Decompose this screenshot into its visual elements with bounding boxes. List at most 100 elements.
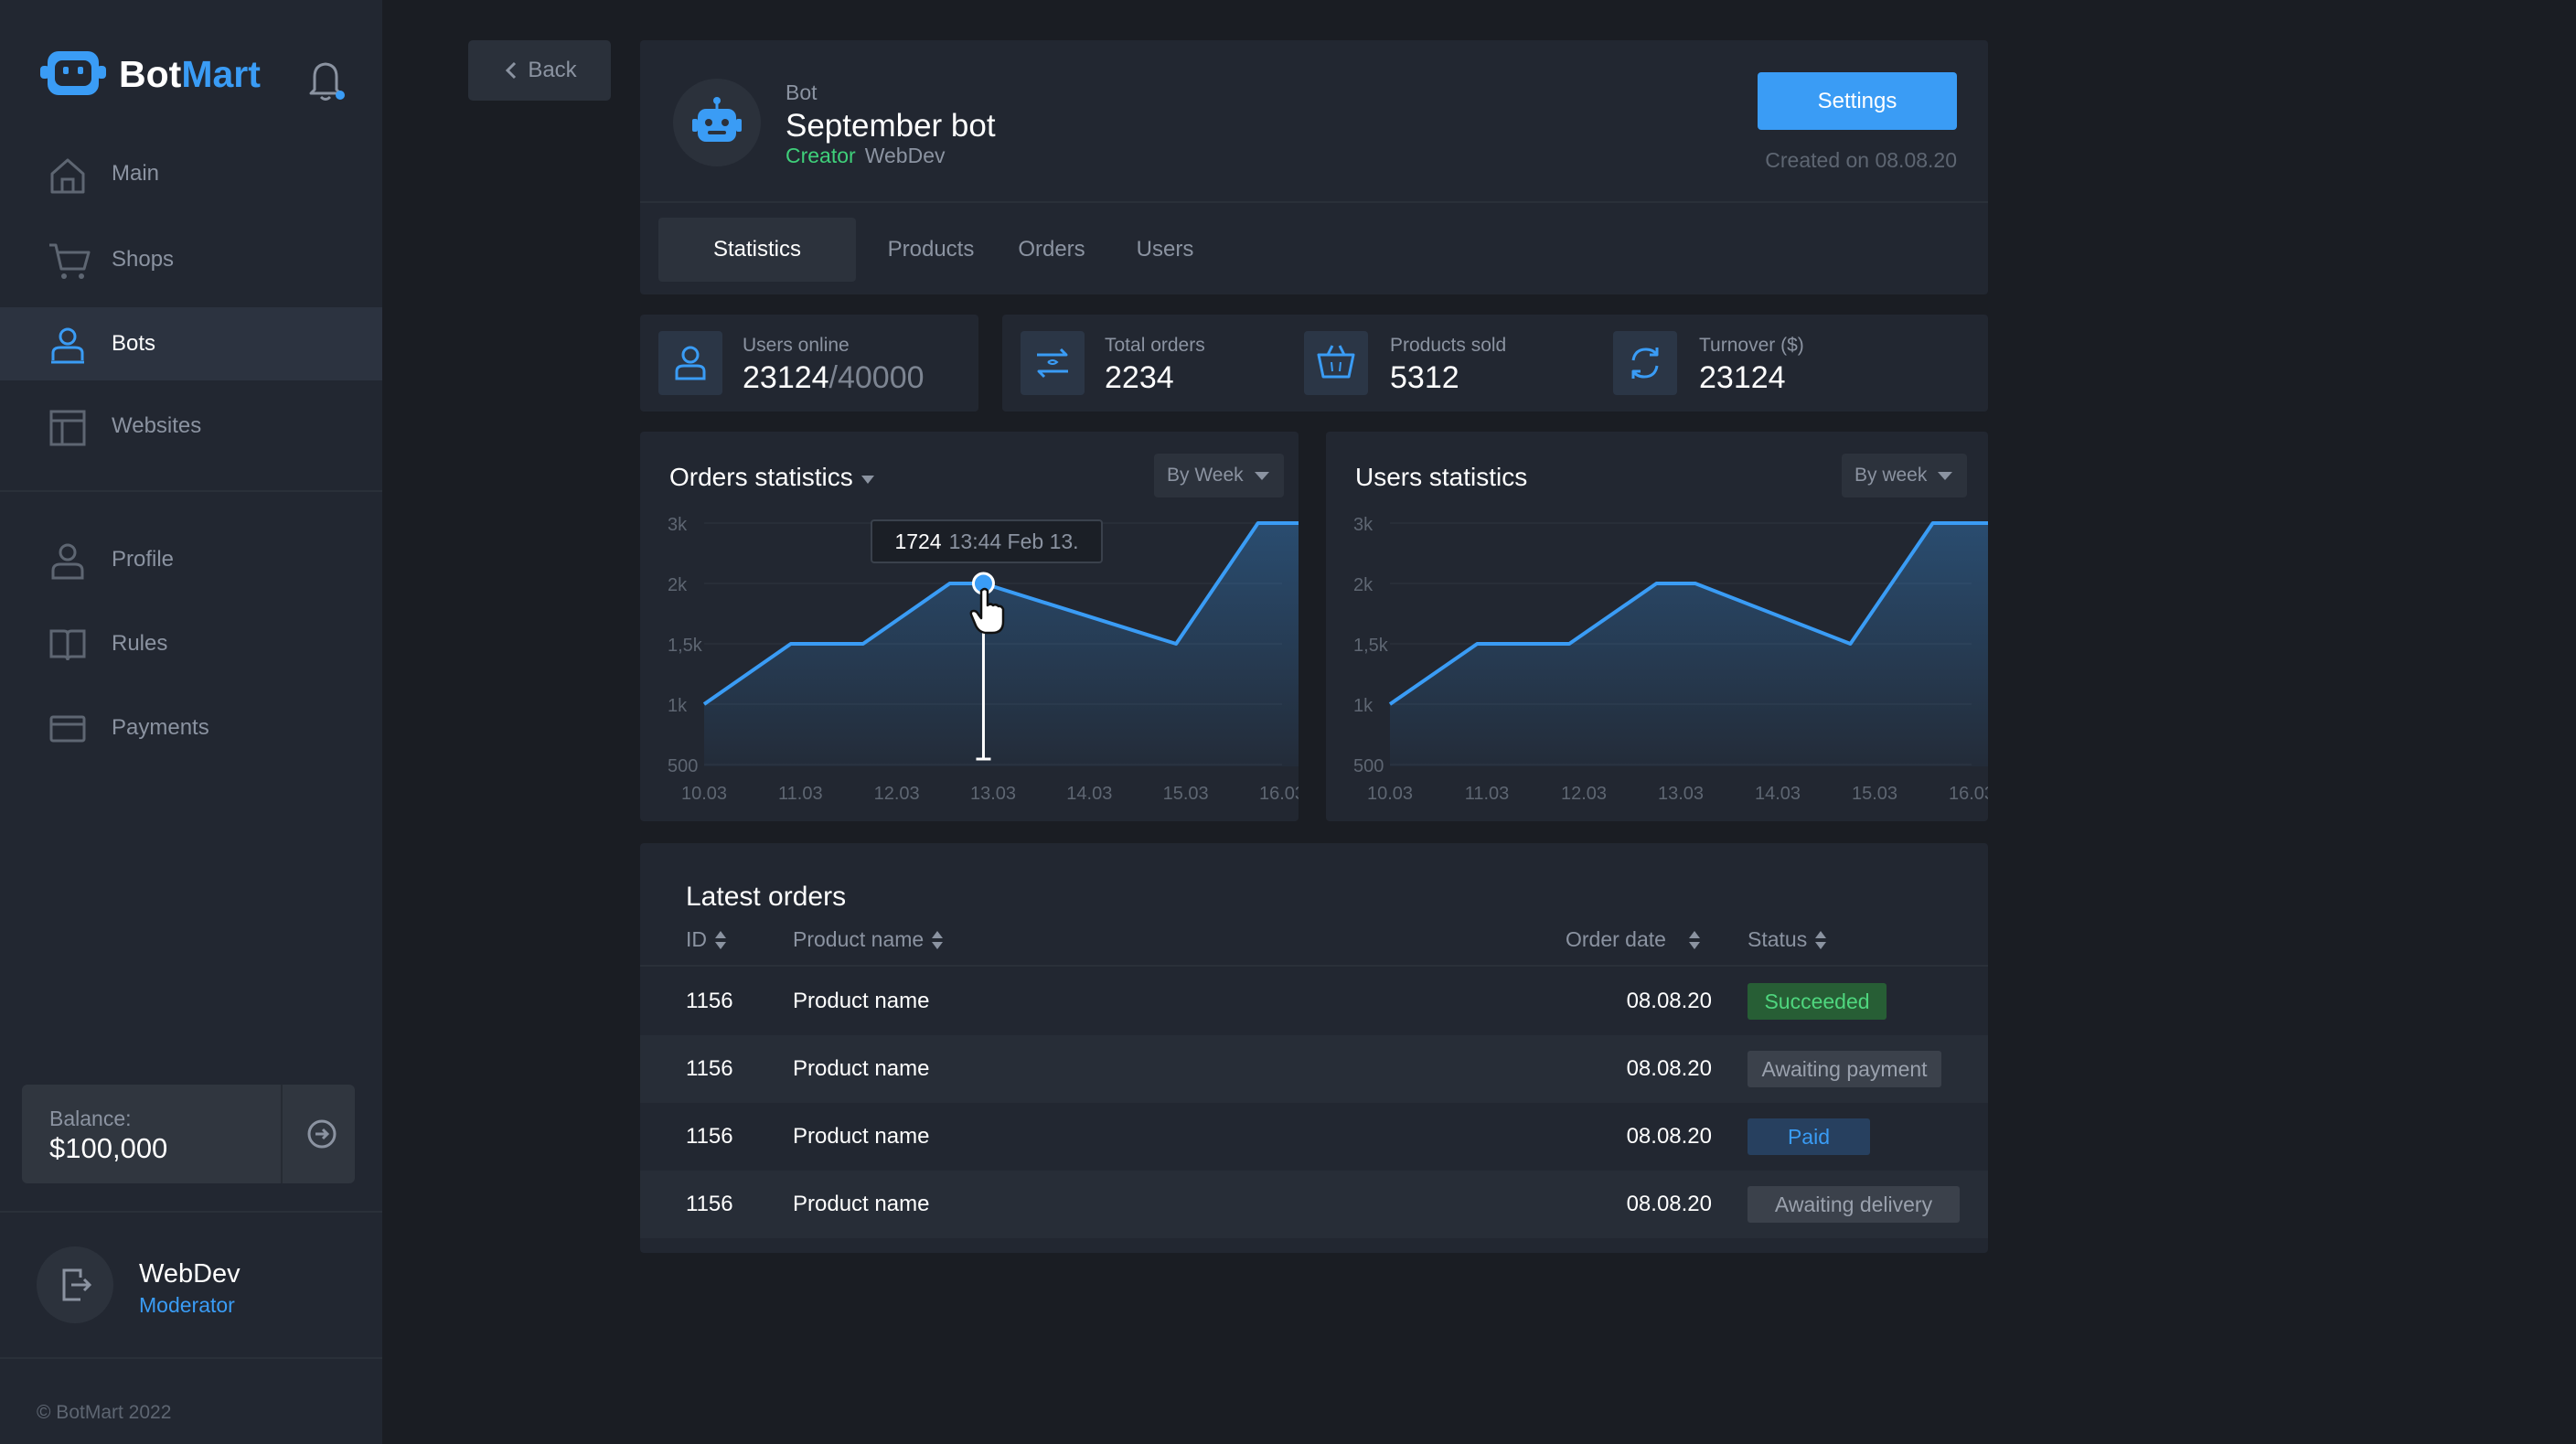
layout-icon (49, 410, 86, 446)
user-icon (675, 346, 706, 380)
tab-statistics[interactable]: Statistics (658, 218, 856, 282)
y-tick-label: 3k (1353, 515, 1374, 535)
table-header-divider (640, 965, 1988, 967)
created-date: Created on 08.08.20 (1765, 148, 1957, 172)
status-badge: Succeeded (1748, 983, 1887, 1020)
page-title: September bot (786, 108, 996, 144)
table-row[interactable]: 1156 Product name 08.08.20 Succeeded (640, 968, 1988, 1035)
column-header-label: Product name (793, 927, 925, 951)
arrow-right-circle-icon[interactable] (304, 1116, 340, 1152)
users-chart-panel: Users statistics By week 3k 2k 1,5k 1k 500 10… (1326, 432, 1988, 821)
creator-name[interactable]: WebDev (865, 144, 946, 167)
sort-icon (1688, 930, 1700, 949)
tab-products[interactable]: Products (871, 218, 991, 282)
sidebar-item-bots[interactable]: Bots (0, 307, 382, 380)
column-header-status[interactable]: Status (1748, 927, 1829, 952)
order-id: 1156 (686, 1124, 733, 1149)
creator-label: Creator (786, 144, 856, 167)
bot-creator: Creator WebDev (786, 144, 945, 168)
x-tick-label: 15.03 (1163, 784, 1209, 804)
order-id: 1156 (686, 1192, 733, 1216)
x-tick-label: 13.03 (970, 784, 1016, 804)
tab-orders[interactable]: Orders (997, 218, 1106, 282)
order-date: 08.08.20 (1626, 1124, 1712, 1149)
tooltip-time: 13:44 Feb 13. (948, 529, 1079, 553)
tooltip-value: 1724 (894, 529, 942, 553)
stat-group: Total orders 2234 Products sold 5312 Tur… (1002, 315, 1988, 412)
x-tick-label: 10.03 (681, 784, 727, 804)
copyright: © BotMart 2022 (37, 1402, 172, 1423)
column-header-label: ID (686, 927, 707, 951)
status-badge: Paid (1748, 1118, 1870, 1155)
settings-button[interactable]: Settings (1758, 72, 1957, 130)
back-button[interactable]: Back (468, 40, 611, 101)
tab-users[interactable]: Users (1116, 218, 1214, 282)
x-tick-label: 11.03 (778, 784, 823, 804)
x-tick-label: 10.03 (1367, 784, 1413, 804)
sidebar-item-profile[interactable]: Profile (0, 523, 382, 596)
user-name: WebDev (139, 1259, 240, 1289)
x-tick-label: 12.03 (874, 784, 920, 804)
column-header-id[interactable]: ID (686, 927, 729, 952)
column-header-product[interactable]: Product name (793, 927, 946, 952)
order-date: 08.08.20 (1626, 1056, 1712, 1081)
logout-icon (62, 1268, 92, 1301)
y-tick-label: 1,5k (1353, 636, 1389, 656)
stat-users-online: Users online 23124/40000 (640, 315, 978, 412)
stat-value-total: /40000 (828, 360, 925, 395)
sidebar-item-payments[interactable]: Payments (0, 691, 382, 765)
x-tick-label: 14.03 (1755, 784, 1801, 804)
header-divider (640, 201, 1988, 203)
cart-icon (49, 243, 91, 279)
stat-label: Total orders (1105, 335, 1205, 356)
x-tick-label: 16.03 (1949, 784, 1988, 804)
sort-icon (1815, 930, 1827, 949)
robot-icon (692, 97, 742, 142)
y-tick-label: 1,5k (668, 636, 703, 656)
column-header-date[interactable]: Order date (1566, 927, 1703, 952)
order-product: Product name (793, 1056, 930, 1081)
sort-icon (932, 930, 944, 949)
chevron-left-icon (506, 61, 517, 80)
sidebar-item-websites[interactable]: Websites (0, 390, 382, 463)
sidebar-divider (0, 1211, 382, 1213)
column-header-label: Order date (1566, 927, 1666, 951)
user-icon (51, 543, 84, 580)
sidebar-item-label: Shops (112, 247, 175, 272)
book-icon (49, 629, 86, 661)
y-tick-label: 2k (1353, 575, 1374, 595)
sidebar-item-rules[interactable]: Rules (0, 607, 382, 680)
sidebar-item-label: Rules (112, 631, 168, 656)
order-id: 1156 (686, 1056, 733, 1081)
avatar[interactable] (37, 1246, 113, 1323)
stat-label: Products sold (1390, 335, 1507, 356)
balance-card: Balance: $100,000 (22, 1085, 355, 1183)
hand-cursor-icon (969, 587, 1005, 635)
table-row[interactable]: 1156 Product name 08.08.20 Awaiting deli… (640, 1171, 1988, 1238)
stat-value: 23124 (1699, 360, 1786, 395)
order-product: Product name (793, 1124, 930, 1149)
notifications-bell-icon[interactable] (307, 59, 347, 107)
bot-header: Bot September bot Creator WebDev Settings… (640, 40, 1988, 294)
sidebar-item-label: Profile (112, 547, 175, 572)
stat-label: Users online (743, 335, 850, 356)
chart-tooltip: 1724 13:44 Feb 13. (871, 519, 1103, 563)
balance-divider (281, 1085, 283, 1183)
stat-icon-box (1021, 331, 1085, 395)
x-tick-label: 12.03 (1561, 784, 1607, 804)
table-row[interactable]: 1156 Product name 08.08.20 Paid (640, 1103, 1988, 1171)
stat-label: Turnover ($) (1699, 335, 1804, 356)
sidebar-item-main[interactable]: Main (0, 137, 382, 210)
users-chart[interactable]: 3k 2k 1,5k 1k 500 10.03 11.03 12.03 13.03 14.03 15… (1326, 432, 1988, 821)
logo[interactable]: BotMart (38, 49, 261, 99)
order-product: Product name (793, 989, 930, 1013)
x-tick-label: 16.03 (1259, 784, 1299, 804)
sidebar-divider (0, 490, 382, 492)
stat-value: 5312 (1390, 360, 1459, 395)
table-row[interactable]: 1156 Product name 08.08.20 Awaiting paym… (640, 1035, 1988, 1103)
orders-title: Latest orders (686, 882, 847, 912)
stat-value-current: 23124 (743, 360, 829, 395)
sidebar-item-shops[interactable]: Shops (0, 223, 382, 296)
orders-chart-panel: Orders statistics By Week 3k 2k 1,5k 1k 500 1… (640, 432, 1299, 821)
y-tick-label: 1k (1353, 696, 1374, 716)
